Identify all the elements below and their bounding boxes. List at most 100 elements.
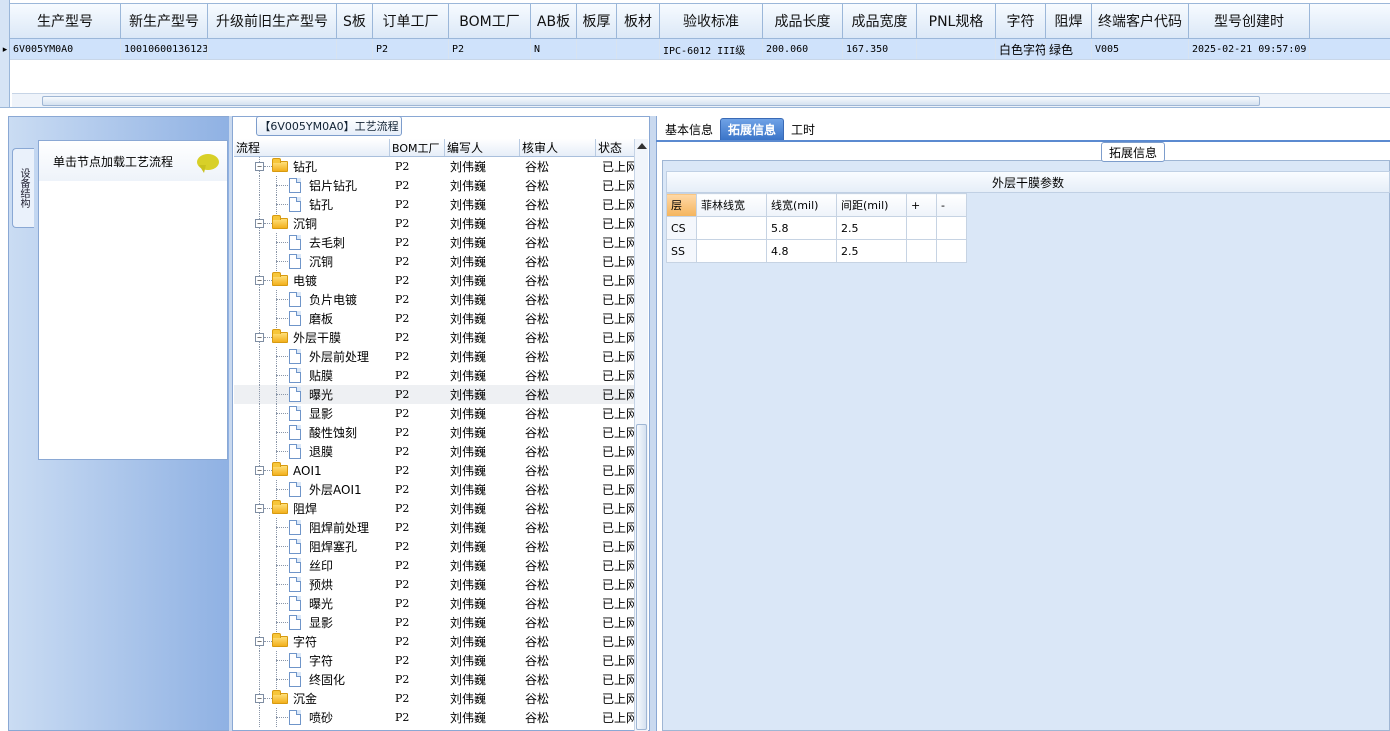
flow-tree-node[interactable]: − 字符 P2 刘伟巍 谷松 已上网 [234, 632, 634, 651]
column-header[interactable]: 成品长度 [763, 4, 843, 38]
flow-tree-node[interactable]: 负片电镀 P2 刘伟巍 谷松 已上网 [234, 290, 634, 309]
device-structure-list[interactable]: 单击节点加载工艺流程 [38, 140, 228, 460]
flow-tree-node[interactable]: 去毛刺 P2 刘伟巍 谷松 已上网 [234, 233, 634, 252]
column-header[interactable]: 字符 [996, 4, 1046, 38]
collapse-toggle-icon[interactable]: − [255, 276, 264, 285]
collapse-toggle-icon[interactable]: − [255, 333, 264, 342]
collapse-toggle-icon[interactable]: − [255, 504, 264, 513]
column-header[interactable]: 新生产型号 [121, 4, 208, 38]
table-row[interactable]: 6V005YM0A0 10010600136123 P2 P2 N IPC-6012 II… [10, 39, 1390, 60]
process-flow-tree[interactable]: − 钻孔 P2 刘伟巍 谷松 已上网 铝片钻孔 P2 刘伟巍 谷松 已上网 钻孔 P2 刘伟巍 谷松 已上网 −… [234, 157, 634, 731]
tab-work-hours[interactable]: 工时 [784, 118, 822, 140]
params-cell[interactable]: CS [666, 216, 697, 240]
params-cell[interactable]: 4.8 [766, 239, 837, 263]
table-cell[interactable] [617, 39, 660, 59]
params-cell[interactable] [906, 216, 937, 240]
flow-tree-node[interactable]: 磨板 P2 刘伟巍 谷松 已上网 [234, 309, 634, 328]
flow-tree-node[interactable]: 丝印 P2 刘伟巍 谷松 已上网 [234, 556, 634, 575]
column-header[interactable]: S板 [337, 4, 373, 38]
flow-tree-node[interactable]: 阻焊塞孔 P2 刘伟巍 谷松 已上网 [234, 537, 634, 556]
table-cell[interactable]: 绿色 [1046, 39, 1092, 59]
params-cell[interactable] [906, 239, 937, 263]
table-cell[interactable] [337, 39, 373, 59]
table-cell[interactable] [577, 39, 617, 59]
collapse-toggle-icon[interactable]: − [255, 637, 264, 646]
table-row[interactable]: SS 4.8 2.5 [666, 239, 967, 263]
table-cell[interactable]: 2025-02-21 09:57:09 [1189, 39, 1310, 59]
scrollbar-thumb[interactable] [636, 424, 647, 730]
params-column-header[interactable]: 菲林线宽 [696, 193, 767, 217]
table-cell[interactable]: 10010600136123 [121, 39, 208, 59]
column-header[interactable]: 升级前旧生产型号 [208, 4, 337, 38]
outer-dry-film-params-table[interactable]: 层菲林线宽 线宽(mil) 间距(mil) + - CS 5.8 2.5 SS 4.8 2.5 [666, 193, 967, 263]
tab-basic-info[interactable]: 基本信息 [658, 118, 720, 140]
flow-tree-node[interactable]: 铝片钻孔 P2 刘伟巍 谷松 已上网 [234, 176, 634, 195]
flow-column-header[interactable]: 编写人 [445, 139, 520, 156]
flow-tree-node[interactable]: 外层AOI1 P2 刘伟巍 谷松 已上网 [234, 480, 634, 499]
tab-extended-info[interactable]: 拓展信息 [720, 118, 785, 140]
collapse-toggle-icon[interactable]: − [255, 466, 264, 475]
flow-tree-node[interactable]: 曝光 P2 刘伟巍 谷松 已上网 [234, 385, 634, 404]
params-cell[interactable] [696, 216, 767, 240]
table-cell[interactable] [917, 39, 996, 59]
params-cell[interactable] [696, 239, 767, 263]
column-header[interactable]: 型号创建时 [1189, 4, 1310, 38]
column-header[interactable]: 生产型号 [10, 4, 121, 38]
params-column-header[interactable]: 间距(mil) [836, 193, 907, 217]
flow-tree-node[interactable]: 退膜 P2 刘伟巍 谷松 已上网 [234, 442, 634, 461]
params-column-header[interactable]: 层 [666, 193, 697, 217]
table-cell[interactable]: V005 [1092, 39, 1189, 59]
flow-tree-node[interactable]: − 钻孔 P2 刘伟巍 谷松 已上网 [234, 157, 634, 176]
scroll-up-icon[interactable] [637, 143, 647, 149]
flow-tree-node[interactable]: 喷砂 P2 刘伟巍 谷松 已上网 [234, 708, 634, 727]
params-cell[interactable] [936, 216, 967, 240]
flow-tree-node[interactable]: 沉铜 P2 刘伟巍 谷松 已上网 [234, 252, 634, 271]
tab-device-structure[interactable]: 设备结构 [12, 148, 34, 228]
table-cell[interactable]: N [531, 39, 577, 59]
table-cell[interactable]: 167.350 [843, 39, 917, 59]
flow-tree-node[interactable]: 字符 P2 刘伟巍 谷松 已上网 [234, 651, 634, 670]
flow-column-header[interactable]: BOM工厂 [390, 139, 445, 156]
flow-column-header[interactable]: 核审人 [520, 139, 596, 156]
column-header[interactable]: 订单工厂 [373, 4, 449, 38]
flow-tree-node[interactable]: 外层前处理 P2 刘伟巍 谷松 已上网 [234, 347, 634, 366]
table-cell[interactable]: IPC-6012 III级 [660, 39, 763, 59]
column-header[interactable]: 板厚 [577, 4, 617, 38]
flow-tree-node[interactable]: 显影 P2 刘伟巍 谷松 已上网 [234, 613, 634, 632]
flow-tree-node[interactable]: − 沉铜 P2 刘伟巍 谷松 已上网 [234, 214, 634, 233]
table-cell[interactable]: P2 [449, 39, 531, 59]
params-cell[interactable]: 2.5 [836, 239, 907, 263]
column-header[interactable]: AB板 [531, 4, 577, 38]
table-cell[interactable]: 200.060 [763, 39, 843, 59]
column-header[interactable]: 验收标准 [660, 4, 763, 38]
flow-tree-node[interactable]: − 阻焊 P2 刘伟巍 谷松 已上网 [234, 499, 634, 518]
flow-tree-vertical-scrollbar[interactable] [634, 139, 648, 731]
collapse-toggle-icon[interactable]: − [255, 219, 264, 228]
flow-tree-node[interactable]: − 沉金 P2 刘伟巍 谷松 已上网 [234, 689, 634, 708]
params-cell[interactable]: 2.5 [836, 216, 907, 240]
table-cell[interactable]: 白色字符 [996, 39, 1046, 59]
table-cell[interactable]: P2 [373, 39, 449, 59]
flow-tree-node[interactable]: − 外层干膜 P2 刘伟巍 谷松 已上网 [234, 328, 634, 347]
flow-tree-node[interactable]: 贴膜 P2 刘伟巍 谷松 已上网 [234, 366, 634, 385]
flow-tree-node[interactable]: 酸性蚀刻 P2 刘伟巍 谷松 已上网 [234, 423, 634, 442]
flow-tree-node[interactable]: − AOI1 P2 刘伟巍 谷松 已上网 [234, 461, 634, 480]
column-header[interactable]: 成品宽度 [843, 4, 917, 38]
params-column-header[interactable]: 线宽(mil) [766, 193, 837, 217]
column-header[interactable]: 阻焊 [1046, 4, 1092, 38]
flow-tree-node[interactable]: 预烘 P2 刘伟巍 谷松 已上网 [234, 575, 634, 594]
flow-tree-node[interactable]: 阻焊前处理 P2 刘伟巍 谷松 已上网 [234, 518, 634, 537]
flow-tree-node[interactable]: 显影 P2 刘伟巍 谷松 已上网 [234, 404, 634, 423]
collapse-toggle-icon[interactable]: − [255, 694, 264, 703]
table-row[interactable]: CS 5.8 2.5 [666, 216, 967, 240]
column-header[interactable]: BOM工厂 [449, 4, 531, 38]
flow-tree-node[interactable]: 钻孔 P2 刘伟巍 谷松 已上网 [234, 195, 634, 214]
column-header[interactable]: PNL规格 [917, 4, 996, 38]
params-cell[interactable]: 5.8 [766, 216, 837, 240]
column-header[interactable]: 板材 [617, 4, 660, 38]
flow-tree-node[interactable]: 曝光 P2 刘伟巍 谷松 已上网 [234, 594, 634, 613]
params-cell[interactable]: SS [666, 239, 697, 263]
flow-tree-node[interactable]: 终固化 P2 刘伟巍 谷松 已上网 [234, 670, 634, 689]
table-cell[interactable] [208, 39, 337, 59]
add-column-button[interactable]: + [906, 193, 937, 217]
